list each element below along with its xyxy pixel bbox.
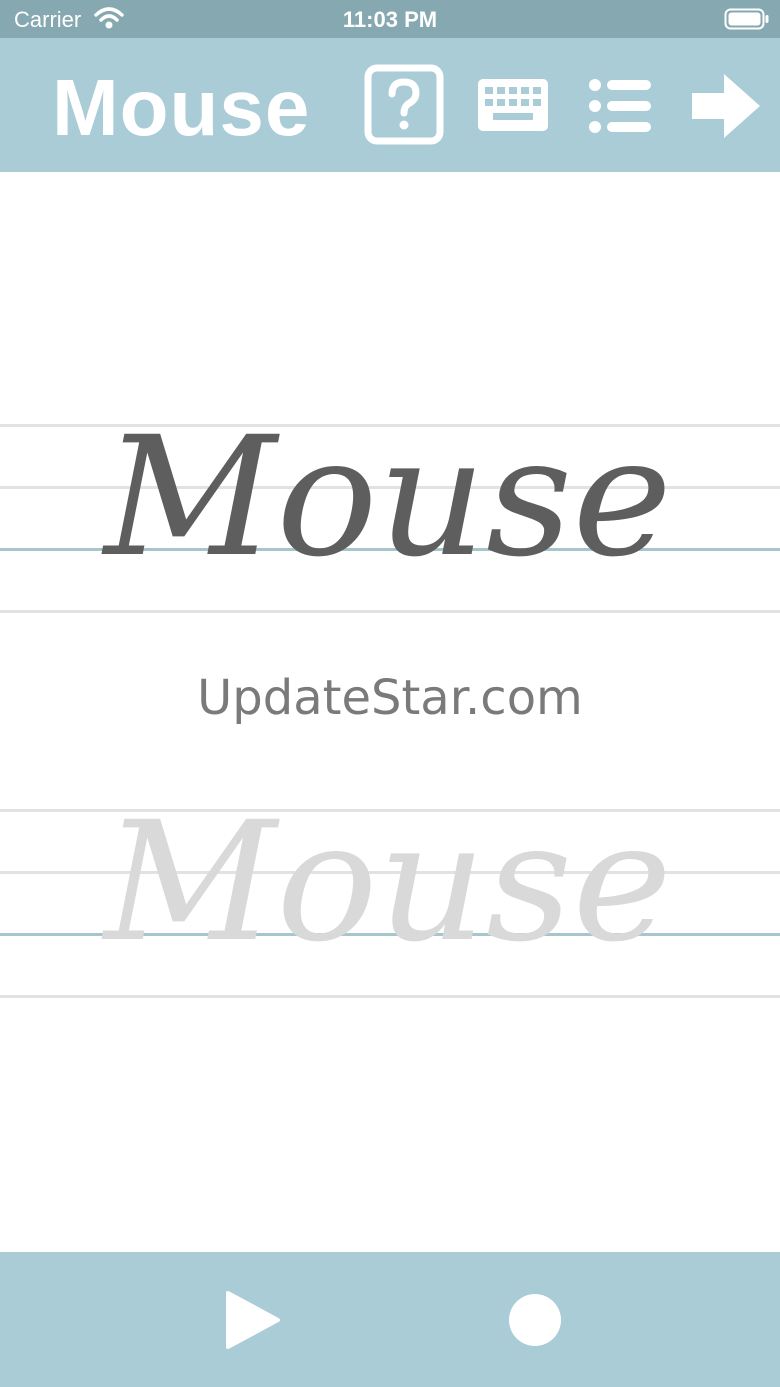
play-button[interactable]: [222, 1289, 282, 1356]
status-bar: Carrier 11:03 PM: [0, 0, 780, 38]
descender-line: [0, 610, 780, 613]
help-button[interactable]: [362, 63, 446, 147]
next-arrow-icon: [688, 63, 772, 147]
record-button[interactable]: [507, 1292, 563, 1353]
trace-word[interactable]: Mouse: [0, 791, 780, 951]
trace-word-text: Mouse: [101, 791, 672, 951]
play-icon: [222, 1291, 282, 1355]
record-icon: [507, 1294, 563, 1352]
watermark-text: UpdateStar.com: [197, 670, 583, 726]
list-icon: [586, 63, 670, 147]
writing-area[interactable]: Mouse UpdateStar.com Mouse: [0, 172, 780, 1252]
model-word-text: Mouse: [101, 406, 672, 566]
help-icon: [362, 63, 446, 147]
clock: 11:03 PM: [342, 7, 438, 32]
list-button[interactable]: [586, 63, 670, 147]
page-title: Mouse: [52, 63, 311, 152]
bottom-toolbar: [0, 1252, 780, 1387]
battery-icon: [724, 8, 770, 35]
next-button[interactable]: [688, 63, 772, 147]
model-word: Mouse: [101, 406, 672, 566]
keyboard-icon: [476, 63, 560, 147]
nav-bar: Mouse: [0, 38, 780, 172]
descender-line: [0, 995, 780, 998]
keyboard-button[interactable]: [476, 63, 560, 147]
